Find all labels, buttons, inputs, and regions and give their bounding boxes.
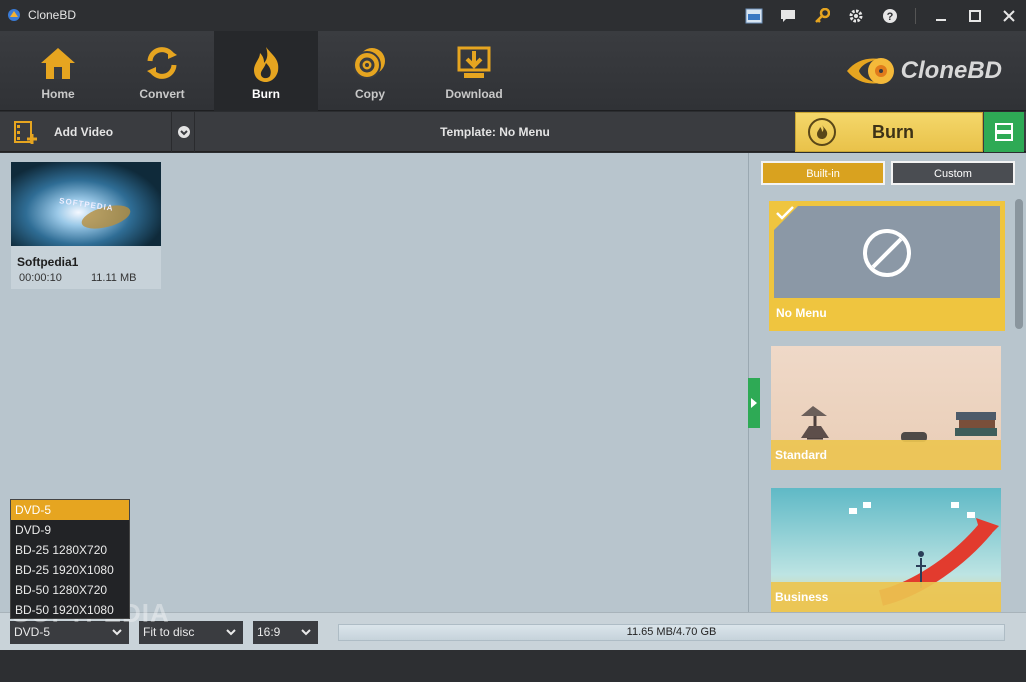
disc-option-bd25-720[interactable]: BD-25 1280X720 xyxy=(11,540,129,560)
key-icon[interactable] xyxy=(805,0,839,31)
disc-option-dvd9[interactable]: DVD-9 xyxy=(11,520,129,540)
add-video-icon xyxy=(14,121,37,144)
no-menu-icon xyxy=(863,229,911,277)
disc-usage-bar: 11.65 MB/4.70 GB xyxy=(338,624,1005,641)
disc-usage-text: 11.65 MB/4.70 GB xyxy=(626,626,717,638)
layout-toggle-button[interactable] xyxy=(984,112,1024,152)
settings-icon[interactable] xyxy=(839,0,873,31)
nav-burn[interactable]: Burn xyxy=(214,31,318,111)
nav-convert[interactable]: Convert xyxy=(110,31,214,111)
nav-download[interactable]: Download xyxy=(422,31,526,111)
help-icon[interactable]: ? xyxy=(873,0,907,31)
video-size: 11.11 MB xyxy=(91,272,137,284)
nav-convert-label: Convert xyxy=(139,87,185,101)
template-standard-label: Standard xyxy=(771,440,1001,470)
clonebd-logo-icon xyxy=(846,58,894,84)
thumbnail-watermark: SOFTPEDIA xyxy=(58,196,115,213)
layout-icon xyxy=(995,123,1013,141)
template-label: Template: No Menu xyxy=(440,125,550,139)
disc-option-bd25-1080[interactable]: BD-25 1920X1080 xyxy=(11,560,129,580)
add-video-label: Add Video xyxy=(54,125,114,139)
nav-download-label: Download xyxy=(445,87,503,101)
nav-home-label: Home xyxy=(41,87,75,101)
nav-home[interactable]: Home xyxy=(6,31,110,111)
disc-option-bd50-720[interactable]: BD-50 1280X720 xyxy=(11,580,129,600)
video-thumbnail: SOFTPEDIA xyxy=(11,162,161,246)
window-title: CloneBD xyxy=(28,8,77,22)
home-icon xyxy=(41,48,75,79)
add-video-button[interactable]: Add Video xyxy=(0,112,172,152)
template-scrollbar[interactable] xyxy=(1015,199,1023,329)
disc-option-bd50-1080[interactable]: BD-50 1920X1080 xyxy=(11,600,129,620)
panel-collapse-button[interactable] xyxy=(748,378,760,428)
copy-icon xyxy=(353,48,385,79)
check-icon xyxy=(776,206,794,220)
video-item[interactable]: SOFTPEDIA Softpedia1 00:00:10 11.11 MB xyxy=(11,162,161,289)
template-panel: Built-in Custom No Menu Standard Busines… xyxy=(748,153,1026,612)
template-no-menu[interactable]: No Menu xyxy=(769,201,1005,331)
brand-logo: CloneBD xyxy=(845,53,1002,89)
main-toolbar: Home Convert Burn Copy Download CloneBD xyxy=(0,31,1026,111)
burn-icon xyxy=(254,47,279,82)
convert-icon xyxy=(147,47,177,79)
chevron-down-icon xyxy=(301,629,311,636)
template-business[interactable]: Business xyxy=(771,488,1001,612)
svg-text:?: ? xyxy=(887,11,894,23)
nav-copy[interactable]: Copy xyxy=(318,31,422,111)
tab-built-in[interactable]: Built-in xyxy=(761,161,885,185)
burn-button-label: Burn xyxy=(872,121,914,142)
action-bar: Add Video Template: No Menu Burn xyxy=(0,112,1026,152)
nav-copy-label: Copy xyxy=(355,87,385,101)
brand-name: CloneBD xyxy=(900,57,1002,84)
close-icon[interactable] xyxy=(992,0,1026,31)
disc-type-dropdown-list: DVD-5 DVD-9 BD-25 1280X720 BD-25 1920X10… xyxy=(10,499,130,619)
add-video-dropdown[interactable] xyxy=(173,112,195,152)
chevron-down-icon xyxy=(177,126,190,138)
register-icon[interactable] xyxy=(737,0,771,31)
maximize-icon[interactable] xyxy=(958,0,992,31)
template-no-menu-label: No Menu xyxy=(772,298,1002,328)
video-duration: 00:00:10 xyxy=(19,272,62,284)
chevron-right-icon xyxy=(751,398,757,408)
chevron-down-icon xyxy=(226,629,236,636)
app-icon xyxy=(8,9,20,21)
aspect-ratio-select[interactable]: 16:9 xyxy=(253,621,318,644)
nav-burn-label: Burn xyxy=(252,87,280,101)
minimize-icon[interactable] xyxy=(924,0,958,31)
status-bar xyxy=(0,650,1026,682)
burn-flame-icon xyxy=(808,118,836,146)
burn-button[interactable]: Burn xyxy=(795,112,983,152)
video-name: Softpedia1 xyxy=(17,255,79,269)
feedback-icon[interactable] xyxy=(771,0,805,31)
tab-custom[interactable]: Custom xyxy=(891,161,1015,185)
aspect-ratio-value: 16:9 xyxy=(257,625,281,639)
title-bar: CloneBD ? xyxy=(0,0,1026,31)
template-standard[interactable]: Standard xyxy=(771,346,1001,470)
template-business-label: Business xyxy=(771,582,1001,612)
disc-option-dvd5[interactable]: DVD-5 xyxy=(11,500,129,520)
download-icon xyxy=(457,46,491,78)
